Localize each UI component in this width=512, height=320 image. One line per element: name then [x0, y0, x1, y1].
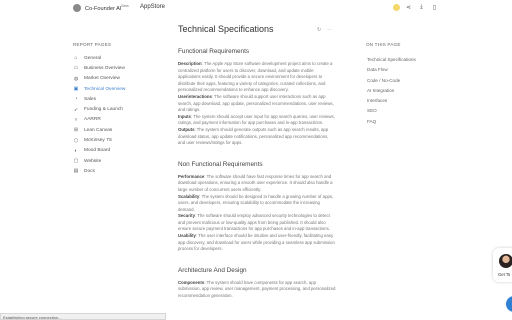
spec-paragraph: Inputs: The system should accept user in… — [178, 114, 336, 127]
spec-term: Outputs — [178, 126, 195, 132]
sidebar-item-business-overview[interactable]: ▭ Business Overview — [73, 63, 163, 73]
brand-name-text: Co-Founder AI — [85, 5, 122, 12]
sidebar-item-aarrr[interactable]: ▿ AARRR — [73, 115, 163, 125]
sidebar-item-label: Technical Overview — [84, 86, 126, 92]
sidebar-item-mckinsey-7s[interactable]: ⬡ McKinsey 7S — [73, 135, 163, 145]
spec-text: : The user interface should be intuitive… — [178, 233, 335, 252]
chart-icon: ◔ — [74, 96, 78, 103]
spec-text: : The software should employ advanced se… — [178, 213, 330, 232]
sidebar-item-mood-board[interactable]: ◐ Mood Board — [73, 146, 163, 156]
sidebar-item-general[interactable]: ⌂ General — [73, 53, 163, 63]
sidebar-item-label: Sales — [84, 96, 96, 102]
share-icon[interactable]: ⋖ — [405, 4, 412, 11]
sidebar-item-funding-launch[interactable]: ➶ Funding & Launch — [73, 104, 163, 114]
spec-term: Description — [178, 61, 202, 66]
main-content: Functional Requirements Description: The … — [178, 40, 336, 306]
spec-term: Inputs — [178, 113, 191, 119]
sidebar-item-technical-overview[interactable]: ▣ Technical Overview — [73, 84, 163, 94]
section-heading: Functional Requirements — [178, 48, 250, 55]
spec-paragraph: Description: The Apple App Store softwar… — [178, 61, 336, 94]
spec-paragraph: Scalability: The system should be design… — [178, 194, 336, 214]
sidebar-item-sales[interactable]: ◔ Sales — [73, 94, 163, 104]
spec-term: Userinteractions — [178, 93, 212, 99]
chat-button[interactable] — [506, 296, 512, 312]
top-bar: Co-Founder AIBeta AppStore ⋖ ⤓ ▯ — [0, 0, 512, 16]
sidebar-item-label: General — [84, 55, 102, 61]
on-this-page-heading: ON THIS PAGE — [366, 42, 401, 47]
sidebar-item-lean-canvas[interactable]: ⊞ Lean Canvas — [73, 125, 163, 135]
hexagon-icon: ⬡ — [73, 137, 79, 144]
more-icon[interactable]: ⋯ — [327, 27, 332, 33]
trash-icon[interactable]: ▯ — [431, 4, 438, 11]
home-icon: ⌂ — [74, 55, 78, 62]
briefcase-icon: ▭ — [73, 65, 79, 72]
refresh-icon[interactable]: ↻ — [317, 27, 321, 33]
sidebar-item-label: AARRR — [84, 117, 101, 123]
browser-icon: ▢ — [73, 158, 79, 165]
assistant-label: Get To — [498, 272, 511, 277]
sidebar-item-label: Docs — [84, 168, 95, 174]
on-this-page-list: Technical Specifications Data Flow Code / … — [367, 55, 416, 127]
palette-icon: ◐ — [74, 147, 78, 154]
sidebar-item-label: Business Overview — [84, 65, 125, 71]
spec-paragraph: Components: The system should have compo… — [178, 280, 336, 300]
download-icon[interactable]: ⤓ — [418, 4, 425, 11]
document-icon: ▤ — [73, 168, 79, 175]
funnel-icon: ▿ — [74, 116, 78, 123]
section-heading: Non Functional Requirements — [178, 160, 263, 168]
avatar — [499, 254, 512, 268]
beta-badge: Beta — [121, 4, 129, 8]
report-pages-nav: ⌂ General ▭ Business Overview ◍ Market Overvi… — [73, 53, 163, 177]
spec-paragraph: Userinteractions: The software should su… — [178, 94, 336, 114]
rocket-icon: ➶ — [73, 106, 79, 113]
spec-text: : The system should be designed to handl… — [178, 193, 334, 212]
sidebar-item-label: Website — [84, 158, 102, 164]
sidebar-item-label: Lean Canvas — [84, 127, 113, 133]
sidebar-item-label: McKinsey 7S — [84, 138, 112, 144]
sidebar-item-label: Mood Board — [84, 148, 111, 154]
toc-item[interactable]: Data Flow — [367, 65, 416, 75]
spec-paragraph: Performance: The software should have fa… — [178, 174, 336, 194]
spec-term: Security — [178, 213, 195, 219]
toc-item[interactable]: FAQ — [367, 117, 416, 127]
spec-term: Scalability — [178, 193, 200, 199]
toc-item[interactable]: SEO — [367, 106, 416, 116]
spec-text: : The system should accept user input fo… — [178, 113, 335, 126]
toc-item[interactable]: AI Integration — [367, 86, 416, 96]
brand-name[interactable]: Co-Founder AIBeta — [85, 4, 129, 12]
sidebar-item-label: Funding & Launch — [84, 107, 123, 113]
brand-logo-icon[interactable] — [73, 4, 81, 12]
assistant-widget[interactable]: Get To — [493, 248, 512, 282]
section-heading: Architecture And Design — [178, 266, 247, 274]
page-title: Technical Specifications — [178, 24, 274, 34]
spec-text: : The system should generate outputs suc… — [178, 126, 329, 146]
spec-term: Performance — [178, 173, 205, 179]
toc-item[interactable]: Interfaces — [367, 96, 416, 106]
sidebar-item-label: Market Overview — [84, 76, 120, 82]
sidebar-item-docs[interactable]: ▤ Docs — [73, 166, 163, 176]
globe-icon: ◍ — [73, 75, 79, 82]
report-pages-heading: REPORT PAGES — [73, 42, 112, 47]
spec-paragraph: Outputs: The system should generate outp… — [178, 127, 336, 147]
spec-term: Usability — [178, 233, 196, 239]
app-title: AppStore — [140, 4, 166, 10]
toc-item[interactable]: Code / No-Code — [367, 76, 416, 86]
sun-icon[interactable] — [393, 4, 400, 11]
sidebar-item-market-overview[interactable]: ◍ Market Overview — [73, 74, 163, 84]
monitor-icon: ▣ — [73, 86, 79, 93]
canvas-icon: ⊞ — [73, 127, 79, 134]
sidebar-item-website[interactable]: ▢ Website — [73, 156, 163, 166]
title-actions: ↻ ⋯ — [317, 27, 338, 33]
spec-paragraph: Security: The software should employ adv… — [178, 213, 336, 233]
spec-text: : The Apple App Store software developme… — [178, 61, 333, 93]
toc-item[interactable]: Technical Specifications — [367, 55, 416, 65]
status-bar: Establishing secure connection... — [0, 313, 166, 320]
spec-paragraph: Usability: The user interface should be … — [178, 233, 336, 253]
spec-term: Components — [178, 279, 205, 285]
